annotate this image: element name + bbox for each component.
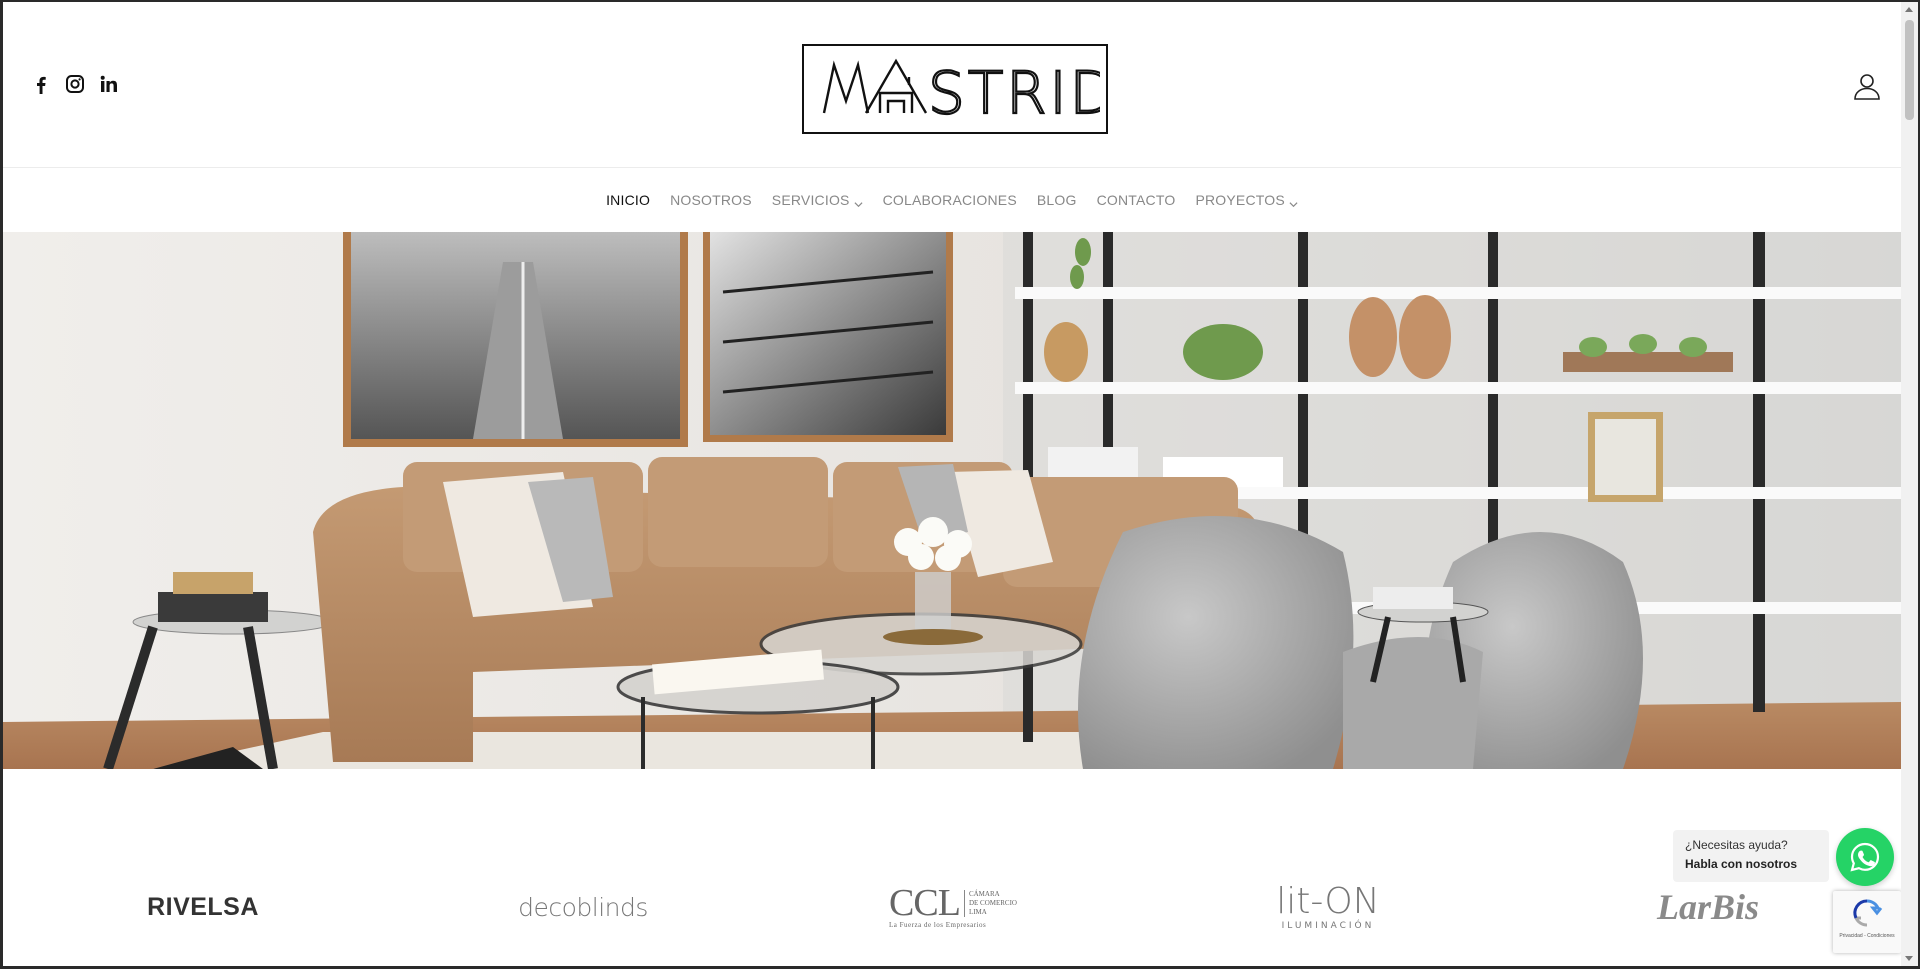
brand-ccl-sub3: LIMA [968, 907, 987, 916]
main-nav: INICIO NOSOTROS SERVICIOS COLABORACIONES BLO… [3, 168, 1901, 232]
facebook-icon[interactable] [31, 74, 51, 94]
brand-ccl-tagline: La Fuerza de los Empresarios [889, 921, 987, 929]
social-links [31, 74, 119, 94]
whatsapp-help-line2: Habla con nosotros [1685, 857, 1798, 871]
svg-text:STRID: STRID [928, 59, 1100, 127]
nav-item-label: SERVICIOS [771, 192, 850, 208]
nav-item-colaboraciones[interactable]: COLABORACIONES [873, 192, 1027, 208]
nav-item-blog[interactable]: BLOG [1027, 192, 1087, 208]
brand-decoblinds-logo[interactable]: decoblinds [513, 877, 653, 937]
brand-liton-sub: ILUMINACIÓN [1281, 921, 1375, 931]
chevron-down-icon [854, 196, 863, 207]
user-account-icon[interactable] [1853, 72, 1881, 100]
whatsapp-help-line1: ¿Necesitas ayuda? [1685, 838, 1788, 852]
brand-ccl-lockup: CCL CÁMARA DE COMERCIO LIMA La Fuerza de… [889, 882, 1017, 929]
brand-liton-text: lit-ON [1276, 881, 1380, 922]
scroll-up-arrow-icon[interactable] [1905, 7, 1913, 12]
nav-item-label: COLABORACIONES [882, 192, 1017, 208]
whatsapp-icon [1850, 842, 1880, 872]
whatsapp-button[interactable] [1836, 828, 1894, 886]
nav-item-servicios[interactable]: SERVICIOS [762, 192, 873, 208]
living-room-illustration [3, 232, 1901, 769]
nav-item-proyectos[interactable]: PROYECTOS [1185, 192, 1307, 208]
recaptcha-icon [1853, 899, 1883, 927]
brand-ccl-sub2: DE COMERCIO [968, 898, 1017, 907]
nav-item-label: CONTACTO [1096, 192, 1176, 208]
brand-larbis-text: LarBis [1656, 887, 1760, 927]
partner-brands: RIVELSA decoblinds CCL CÁMARA DE COMERCI… [3, 769, 1901, 966]
nav-item-label: BLOG [1036, 192, 1077, 208]
site-logo[interactable]: STRID [802, 44, 1108, 134]
nav-item-inicio[interactable]: INICIO [596, 192, 660, 208]
nav-item-contacto[interactable]: CONTACTO [1087, 192, 1186, 208]
nav-item-label: PROYECTOS [1195, 192, 1285, 208]
nav-item-label: NOSOTROS [670, 192, 752, 208]
linkedin-icon[interactable] [99, 74, 119, 94]
instagram-icon[interactable] [65, 74, 85, 94]
recaptcha-caption: Privacidad - Condiciones [1839, 933, 1895, 939]
hero-image [3, 232, 1901, 769]
chevron-down-icon [1289, 196, 1298, 207]
page-scrollbar[interactable] [1901, 2, 1918, 966]
logo-wordmark: STRID [822, 58, 1100, 127]
scroll-down-arrow-icon[interactable] [1905, 956, 1913, 961]
brand-ccl-sub: CÁMARA DE COMERCIO LIMA [963, 889, 1017, 917]
brand-liton-logo[interactable]: lit-ON ILUMINACIÓN [1268, 877, 1388, 937]
brand-larbis-logo[interactable]: LarBis [1653, 877, 1763, 937]
brand-liton-lockup: lit-ON ILUMINACIÓN [1276, 881, 1380, 932]
scroll-thumb[interactable] [1905, 20, 1914, 120]
whatsapp-help-bubble[interactable]: ¿Necesitas ayuda? Habla con nosotros [1673, 830, 1829, 882]
nav-item-nosotros[interactable]: NOSOTROS [660, 192, 762, 208]
brand-rivelsa-logo[interactable]: RIVELSA [138, 877, 268, 937]
site-header: STRID [3, 2, 1901, 168]
recaptcha-badge[interactable]: Privacidad - Condiciones [1833, 891, 1901, 953]
brand-ccl-logo[interactable]: CCL CÁMARA DE COMERCIO LIMA La Fuerza de… [883, 877, 1023, 937]
brand-rivelsa-text: RIVELSA [147, 892, 259, 921]
brand-decoblinds-text: decoblinds [518, 892, 648, 922]
page-viewport: STRID INICIO NOSOTROS SERVICIOS COLABORACIO… [3, 2, 1901, 966]
brand-ccl-text: CCL [889, 882, 961, 924]
nav-item-label: INICIO [606, 192, 651, 208]
brand-ccl-sub1: CÁMARA [968, 889, 1000, 898]
